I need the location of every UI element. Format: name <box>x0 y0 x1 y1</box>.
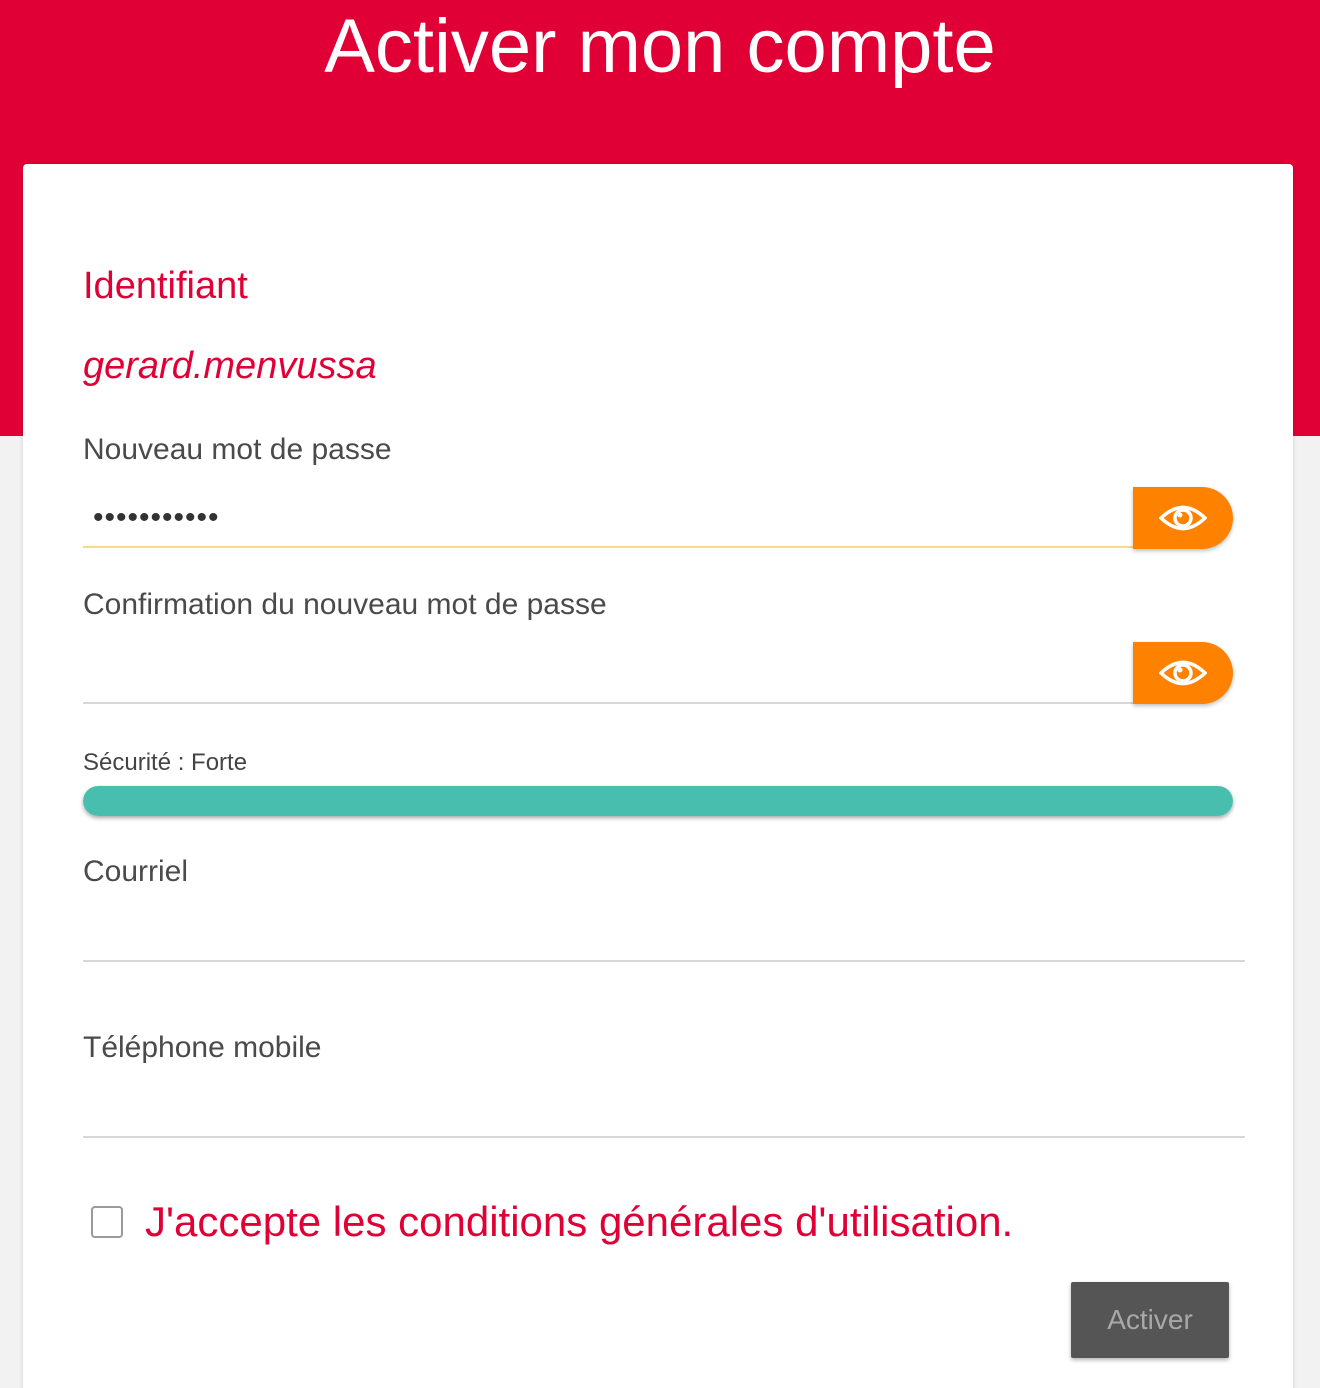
email-field[interactable] <box>83 900 1245 962</box>
activate-button[interactable]: Activer <box>1071 1282 1229 1358</box>
eye-icon <box>1159 505 1207 531</box>
password-strength-label: Sécurité : Forte <box>83 749 248 776</box>
terms-label[interactable]: J'accepte les conditions générales d'uti… <box>145 1196 1013 1248</box>
mobile-phone-label: Téléphone mobile <box>83 1031 322 1064</box>
new-password-label: Nouveau mot de passe <box>83 433 392 466</box>
identifier-value: gerard.menvussa <box>83 345 377 387</box>
confirm-password-toggle-button[interactable] <box>1133 642 1233 704</box>
eye-icon <box>1159 660 1207 686</box>
password-strength-fill <box>83 786 1233 816</box>
page-title: Activer mon compte <box>324 4 996 89</box>
mobile-phone-field[interactable] <box>83 1076 1245 1138</box>
confirm-password-field[interactable] <box>83 642 1133 704</box>
terms-checkbox[interactable] <box>91 1206 123 1238</box>
identifier-label: Identifiant <box>83 265 248 307</box>
new-password-value: ••••••••••• <box>93 501 220 534</box>
password-strength-bar <box>83 786 1233 816</box>
new-password-toggle-button[interactable] <box>1133 487 1233 549</box>
email-label: Courriel <box>83 855 189 888</box>
confirm-password-label: Confirmation du nouveau mot de passe <box>83 588 607 621</box>
activation-form-card: Identifiant gerard.menvussa Nouveau mot … <box>23 164 1293 1388</box>
